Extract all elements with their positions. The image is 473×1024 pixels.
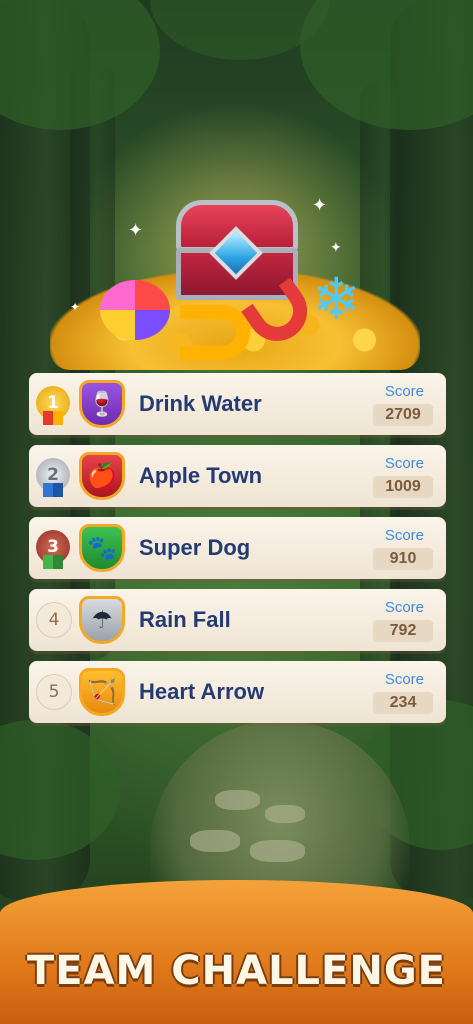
rank-number: 4 <box>36 602 72 638</box>
leaderboard-row[interactable]: 3 🐾 Super Dog Score 910 <box>29 517 446 579</box>
score-value: 792 <box>373 620 433 642</box>
score-value: 234 <box>373 692 433 714</box>
team-name: Drink Water <box>139 391 262 416</box>
sparkle-icon: ✦ <box>312 195 328 216</box>
footer-title: TEAM CHALLENGE <box>26 948 447 994</box>
leaderboard-row[interactable]: 4 ☂ Rain Fall Score 792 <box>29 589 446 651</box>
umbrella-icon: ☂ <box>79 596 125 644</box>
bow-arrow-icon: 🏹 <box>79 668 125 716</box>
pinwheel-icon <box>100 280 170 340</box>
rank-number: 5 <box>36 674 72 710</box>
medal-ribbon <box>43 483 63 497</box>
team-name: Super Dog <box>139 535 251 560</box>
leaderboard-row[interactable]: 5 🏹 Heart Arrow Score 234 <box>29 661 446 723</box>
medal-ribbon <box>43 555 63 569</box>
team-name: Rain Fall <box>139 607 231 632</box>
medal-ribbon <box>43 411 63 425</box>
treasure-pile: ❄ ✦ ✦ ✦ ✦ <box>50 190 420 375</box>
paw-icon: 🐾 <box>79 524 125 572</box>
sparkle-icon: ✦ <box>128 220 144 241</box>
leaderboard-row[interactable]: 2 🍎 Apple Town Score 1009 <box>29 445 446 507</box>
apple-icon: 🍎 <box>79 452 125 500</box>
sparkle-icon: ✦ <box>70 300 81 314</box>
score-label: Score <box>384 599 424 616</box>
sparkle-icon: ✦ <box>330 240 342 256</box>
snowflake-icon: ❄ <box>312 265 361 333</box>
boomerang-icon <box>180 305 250 360</box>
team-name: Apple Town <box>139 463 263 488</box>
leaderboard: 1 🍷 Drink Water Score 2709 2 🍎 Apple Tow… <box>29 373 446 733</box>
team-name: Heart Arrow <box>139 679 265 704</box>
score-label: Score <box>384 671 424 688</box>
score-value: 2709 <box>373 404 433 426</box>
score-label: Score <box>384 383 424 400</box>
score-value: 910 <box>373 548 433 570</box>
leaderboard-row[interactable]: 1 🍷 Drink Water Score 2709 <box>29 373 446 435</box>
drink-icon: 🍷 <box>79 380 125 428</box>
score-label: Score <box>384 455 424 472</box>
score-value: 1009 <box>373 476 433 498</box>
score-label: Score <box>384 527 424 544</box>
